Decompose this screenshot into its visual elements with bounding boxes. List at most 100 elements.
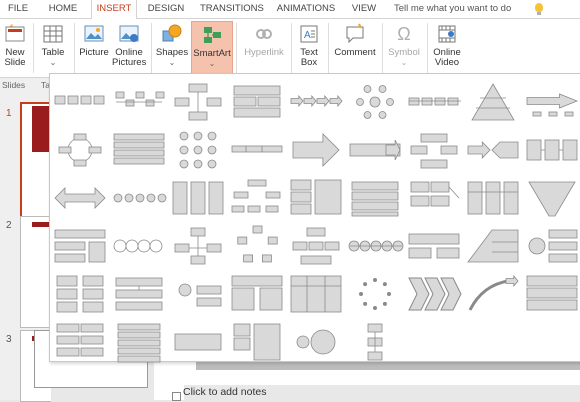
smartart-layout-icon <box>408 233 460 259</box>
smartart-layout-item[interactable] <box>228 272 286 316</box>
slide-number-2: 2 <box>6 220 12 231</box>
tab-insert[interactable]: INSERT <box>91 0 137 19</box>
separator <box>151 23 152 73</box>
smartart-layout-item[interactable] <box>464 224 522 268</box>
smartart-layout-icon <box>526 275 578 311</box>
smartart-layout-item[interactable] <box>287 80 345 124</box>
smartart-layout-item[interactable] <box>346 128 404 172</box>
smartart-layout-item[interactable] <box>346 80 404 124</box>
smartart-layout-icon <box>290 275 342 313</box>
smartart-layout-item[interactable] <box>110 272 168 316</box>
smartart-layout-item[interactable] <box>464 272 522 316</box>
smartart-layout-item[interactable] <box>110 80 168 124</box>
smartart-layout-item[interactable] <box>51 320 109 364</box>
smartart-layout-item[interactable] <box>169 224 227 268</box>
smartart-layout-item[interactable] <box>169 128 227 172</box>
slide-number-1: 1 <box>6 108 12 119</box>
tab-file[interactable]: FILE <box>4 0 32 18</box>
smartart-layout-icon <box>290 94 343 108</box>
smartart-layout-icon <box>292 227 340 265</box>
slide-thumbnail-2[interactable] <box>20 216 51 328</box>
symbol-button[interactable]: Ω Symbol ⌄ <box>386 21 422 75</box>
smartart-layout-item[interactable] <box>287 128 345 172</box>
smartart-layout-item[interactable] <box>169 176 227 220</box>
smartart-layout-item[interactable] <box>51 80 109 124</box>
smartart-layout-item[interactable] <box>287 272 345 316</box>
online-pictures-label: Online Pictures <box>112 47 147 68</box>
tell-me-search[interactable]: Tell me what you want to do <box>394 2 544 16</box>
smartart-layout-item[interactable] <box>110 320 168 364</box>
smartart-layout-icon <box>526 93 579 117</box>
symbol-dropdown-icon: ⌄ <box>400 58 408 67</box>
smartart-layout-item[interactable] <box>523 128 580 172</box>
smartart-label: SmartArt <box>193 48 231 59</box>
separator <box>74 23 75 73</box>
smartart-layout-item[interactable] <box>523 176 580 220</box>
smartart-layout-item[interactable] <box>169 272 227 316</box>
smartart-button[interactable]: SmartArt ⌄ <box>191 21 233 77</box>
smartart-layout-item[interactable] <box>110 176 168 220</box>
smartart-layout-item[interactable] <box>169 320 227 364</box>
smartart-layout-item[interactable] <box>51 176 109 220</box>
online-video-button[interactable]: Online Video <box>430 21 464 75</box>
smartart-layout-item[interactable] <box>287 176 345 220</box>
hyperlink-label: Hyperlink <box>244 47 284 58</box>
smartart-layout-item[interactable] <box>464 128 522 172</box>
smartart-layout-item[interactable] <box>523 224 580 268</box>
smartart-layout-item[interactable] <box>346 224 404 268</box>
tab-animations[interactable]: ANIMATIONS <box>276 0 336 18</box>
new-slide-button[interactable]: New Slide <box>0 21 30 75</box>
smartart-layout-item[interactable] <box>405 224 463 268</box>
smartart-layout-item[interactable] <box>110 128 168 172</box>
tab-home[interactable]: HOME <box>44 0 82 18</box>
smartart-layout-icon <box>467 229 519 263</box>
separator <box>382 23 383 73</box>
smartart-layout-item[interactable] <box>228 224 286 268</box>
smartart-layout-item[interactable] <box>169 80 227 124</box>
text-box-button[interactable]: A Text Box <box>295 21 323 75</box>
smartart-layout-item[interactable] <box>346 320 404 364</box>
smartart-layout-item[interactable] <box>346 272 404 316</box>
comment-button[interactable]: Comment <box>332 21 378 75</box>
online-pictures-button[interactable]: Online Pictures <box>112 21 146 75</box>
tab-design[interactable]: DESIGN <box>146 0 186 18</box>
new-slide-icon <box>5 24 25 42</box>
smartart-layout-icon <box>292 133 340 167</box>
slides-group-label: Slides <box>2 80 26 90</box>
smartart-layout-item[interactable] <box>346 176 404 220</box>
smartart-layout-item[interactable] <box>228 128 286 172</box>
smartart-layout-item[interactable] <box>464 176 522 220</box>
separator <box>328 23 329 73</box>
tab-transitions[interactable]: TRANSITIONS <box>200 0 264 18</box>
smartart-layout-item[interactable] <box>51 224 109 268</box>
shapes-icon <box>162 24 182 42</box>
smartart-layout-item[interactable] <box>51 128 109 172</box>
smartart-layout-icon <box>113 239 163 253</box>
smartart-layout-icon <box>467 181 519 215</box>
smartart-layout-icon <box>349 139 401 161</box>
smartart-layout-item[interactable] <box>228 80 286 124</box>
smartart-layout-icon <box>359 278 391 310</box>
smartart-layout-item[interactable] <box>405 272 463 316</box>
smartart-layout-item[interactable] <box>287 320 345 364</box>
smartart-layout-item[interactable] <box>523 272 580 316</box>
picture-label: Picture <box>79 47 109 58</box>
notes-placeholder[interactable]: Click to add notes <box>183 386 266 398</box>
hyperlink-button[interactable]: Hyperlink <box>242 21 286 75</box>
smartart-layout-item[interactable] <box>228 176 286 220</box>
smartart-layout-item[interactable] <box>228 320 286 364</box>
smartart-layout-item[interactable] <box>51 272 109 316</box>
picture-button[interactable]: Picture <box>78 21 110 75</box>
smartart-layout-item[interactable] <box>110 224 168 268</box>
tab-view[interactable]: VIEW <box>350 0 378 18</box>
smartart-layout-item[interactable] <box>405 176 463 220</box>
smartart-layout-icon <box>410 181 460 207</box>
shapes-button[interactable]: Shapes ⌄ <box>155 21 189 75</box>
smartart-layout-item[interactable] <box>523 80 580 124</box>
table-button[interactable]: Table ⌄ <box>38 21 68 75</box>
smartart-layout-item[interactable] <box>405 80 463 124</box>
smartart-layout-item[interactable] <box>464 80 522 124</box>
smartart-layout-item[interactable] <box>287 224 345 268</box>
smartart-layout-item[interactable] <box>405 128 463 172</box>
smartart-gallery <box>49 73 580 364</box>
